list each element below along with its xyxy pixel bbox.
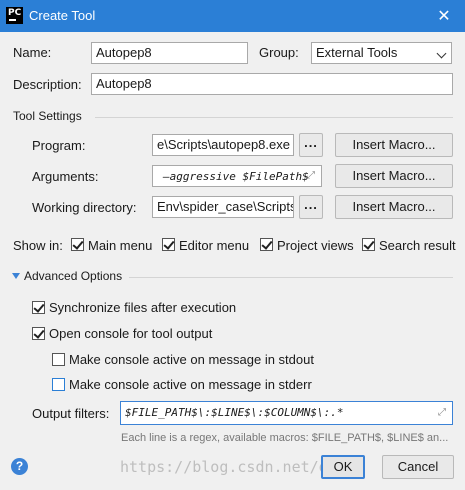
- title-bar: PC Create Tool ✕: [0, 0, 465, 32]
- working-directory-insert-macro-button[interactable]: Insert Macro...: [335, 195, 453, 219]
- sync-files-label: Synchronize files after execution: [49, 300, 237, 315]
- show-in-label: Show in:: [13, 238, 63, 253]
- cancel-button[interactable]: Cancel: [382, 455, 454, 479]
- active-stdout-checkbox[interactable]: [52, 353, 65, 366]
- active-stdout-label: Make console active on message in stdout: [69, 352, 314, 367]
- sync-files-checkbox[interactable]: [32, 301, 45, 314]
- watermark-text: https://blog.csdn.net/qq_1: [120, 458, 355, 476]
- search-result-checkbox[interactable]: [362, 238, 375, 251]
- group-select[interactable]: External Tools: [311, 42, 452, 64]
- arguments-insert-macro-button[interactable]: Insert Macro...: [335, 164, 453, 188]
- output-filters-label: Output filters:: [32, 406, 110, 421]
- open-console-label: Open console for tool output: [49, 326, 213, 341]
- expand-icon[interactable]: ⤢: [307, 171, 317, 181]
- project-views-label: Project views: [277, 238, 354, 253]
- advanced-options-divider: [129, 277, 453, 278]
- active-stderr-label: Make console active on message in stderr: [69, 377, 312, 392]
- working-directory-label: Working directory:: [32, 200, 137, 215]
- tool-settings-header: Tool Settings: [13, 109, 82, 123]
- search-result-label: Search result: [379, 238, 456, 253]
- collapse-triangle-icon[interactable]: [12, 273, 20, 279]
- working-directory-input[interactable]: Env\spider_case\Scripts: [152, 196, 294, 218]
- main-menu-checkbox[interactable]: [71, 238, 84, 251]
- description-input[interactable]: Autopep8: [91, 73, 453, 95]
- editor-menu-label: Editor menu: [179, 238, 250, 253]
- program-input[interactable]: e\Scripts\autopep8.exe: [152, 134, 294, 156]
- window-title: Create Tool: [29, 8, 96, 23]
- advanced-options-header[interactable]: Advanced Options: [24, 269, 122, 283]
- tool-settings-divider: [95, 117, 453, 118]
- chevron-down-icon: [436, 48, 447, 59]
- expand-icon[interactable]: ⤢: [438, 408, 448, 418]
- output-filters-input[interactable]: $FILE_PATH$\:$LINE$\:$COLUMN$\:.* ⤢: [120, 401, 453, 425]
- arguments-input[interactable]: —aggressive $FilePath$ ⤢: [152, 165, 322, 187]
- name-label: Name:: [13, 45, 52, 60]
- project-views-checkbox[interactable]: [260, 238, 273, 251]
- program-browse-button[interactable]: ...: [299, 133, 323, 157]
- name-input[interactable]: Autopep8: [91, 42, 248, 64]
- pycharm-app-icon: PC: [6, 7, 23, 24]
- main-menu-label: Main menu: [88, 238, 153, 253]
- ok-button[interactable]: OK: [321, 455, 365, 479]
- open-console-checkbox[interactable]: [32, 327, 45, 340]
- description-label: Description:: [13, 77, 82, 92]
- output-filters-hint: Each line is a regex, available macros: …: [121, 432, 449, 444]
- help-icon[interactable]: ?: [11, 458, 28, 475]
- active-stderr-checkbox[interactable]: [52, 378, 65, 391]
- program-insert-macro-button[interactable]: Insert Macro...: [335, 133, 453, 157]
- close-window-button[interactable]: ✕: [423, 0, 465, 32]
- working-directory-browse-button[interactable]: ...: [299, 195, 323, 219]
- group-select-value: External Tools: [316, 45, 398, 60]
- group-label: Group:: [259, 45, 299, 60]
- editor-menu-checkbox[interactable]: [162, 238, 175, 251]
- arguments-label: Arguments:: [32, 169, 99, 184]
- output-filters-value: $FILE_PATH$\:$LINE$\:$COLUMN$\:.*: [125, 406, 344, 419]
- arguments-value: —aggressive $FilePath$: [163, 170, 309, 183]
- program-label: Program:: [32, 138, 86, 153]
